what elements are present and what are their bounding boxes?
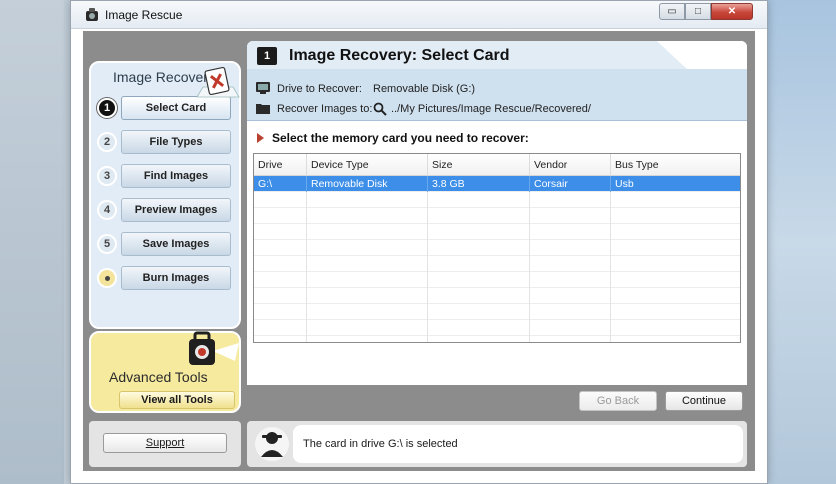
desktop-backdrop-right	[764, 0, 836, 484]
status-message: The card in drive G:\ is selected	[293, 425, 743, 463]
step-find-images-button[interactable]: Find Images	[121, 164, 231, 188]
column-header-drive[interactable]: Drive	[254, 154, 307, 176]
step-burn-images-button[interactable]: Burn Images	[121, 266, 231, 290]
step-preview-images-button[interactable]: Preview Images	[121, 198, 231, 222]
advanced-tools-title: Advanced Tools	[109, 369, 208, 385]
step-number-badge: 2	[97, 132, 117, 152]
column-header-device-type[interactable]: Device Type	[307, 154, 428, 176]
monitor-icon	[256, 82, 270, 94]
prompt-text: Select the memory card you need to recov…	[272, 131, 529, 145]
page-title: Image Recovery: Select Card	[289, 47, 510, 64]
table-header: Drive Device Type Size Vendor Bus Type	[254, 154, 740, 176]
continue-button[interactable]: Continue	[665, 391, 743, 411]
recover-images-to-label: Recover Images to:	[277, 103, 373, 115]
main-header: 1 Image Recovery: Select Card	[247, 41, 747, 69]
app-window: Image Rescue ▭ □ ✕ Image Recovery 1 Sele…	[70, 0, 768, 484]
cell-size: 3.8 GB	[428, 176, 530, 192]
folder-icon	[256, 104, 270, 114]
support-panel: Support	[89, 421, 241, 467]
window-title: Image Rescue	[105, 8, 183, 22]
cell-bus-type: Usb	[611, 176, 740, 192]
window-controls: ▭ □ ✕	[659, 3, 753, 20]
assistant-avatar-icon	[255, 427, 289, 461]
cell-vendor: Corsair	[530, 176, 611, 192]
advanced-tools-panel: Advanced Tools View all Tools	[89, 331, 241, 413]
title-bar[interactable]: Image Rescue ▭ □ ✕	[71, 1, 767, 29]
empty-table-row	[254, 304, 740, 320]
sidebar-steps-panel: Image Recovery 1 Select Card 2 File Type…	[89, 61, 241, 329]
step-file-types[interactable]: 2 File Types	[97, 125, 237, 159]
empty-table-row	[254, 336, 740, 342]
step-save-images[interactable]: 5 Save Images	[97, 227, 237, 261]
go-back-button[interactable]: Go Back	[579, 391, 657, 411]
recover-images-to-row: Recover Images to: ../My Pictures/Image …	[255, 99, 591, 119]
empty-table-row	[254, 208, 740, 224]
table-body: G:\ Removable Disk 3.8 GB Corsair Usb	[254, 176, 740, 342]
select-card-prompt: Select the memory card you need to recov…	[257, 131, 529, 145]
empty-table-row	[254, 224, 740, 240]
empty-table-row	[254, 320, 740, 336]
step-file-types-button[interactable]: File Types	[121, 130, 231, 154]
step-burn-images[interactable]: Burn Images	[97, 261, 237, 295]
maximize-icon: □	[694, 6, 702, 17]
empty-table-row	[254, 288, 740, 304]
drive-to-recover-row: Drive to Recover: Removable Disk (G:)	[255, 79, 475, 99]
step-save-images-button[interactable]: Save Images	[121, 232, 231, 256]
minimize-button[interactable]: ▭	[659, 3, 685, 20]
recover-images-to-path[interactable]: ../My Pictures/Image Rescue/Recovered/	[391, 103, 591, 115]
drive-to-recover-value: Removable Disk (G:)	[373, 83, 476, 95]
step-number-badge: 5	[97, 234, 117, 254]
empty-table-row	[254, 240, 740, 256]
camera-bag-icon	[189, 331, 239, 365]
empty-table-row	[254, 192, 740, 208]
empty-table-row	[254, 272, 740, 288]
current-step-badge: 1	[257, 47, 277, 65]
empty-table-row	[254, 256, 740, 272]
step-number-badge: 4	[97, 200, 117, 220]
disc-icon	[97, 268, 117, 288]
column-header-vendor[interactable]: Vendor	[530, 154, 611, 176]
status-panel: The card in drive G:\ is selected	[247, 421, 747, 467]
column-header-size[interactable]: Size	[428, 154, 530, 176]
step-find-images[interactable]: 3 Find Images	[97, 159, 237, 193]
maximize-button[interactable]: □	[685, 3, 711, 20]
magnifier-icon[interactable]	[373, 102, 387, 116]
support-button[interactable]: Support	[103, 433, 227, 453]
minimize-icon: ▭	[667, 6, 677, 17]
step-number-badge: 1	[97, 98, 117, 118]
close-button[interactable]: ✕	[711, 3, 753, 20]
app-camera-icon	[86, 8, 98, 21]
cell-device-type: Removable Disk	[307, 176, 428, 192]
step-number-badge: 3	[97, 166, 117, 186]
arrow-right-icon	[257, 133, 264, 143]
drive-table[interactable]: Drive Device Type Size Vendor Bus Type G…	[253, 153, 741, 343]
cell-drive: G:\	[254, 176, 307, 192]
close-icon: ✕	[727, 6, 737, 17]
drive-to-recover-label: Drive to Recover:	[277, 83, 362, 95]
steps-list: 1 Select Card 2 File Types 3 Find Images…	[97, 91, 237, 295]
step-preview-images[interactable]: 4 Preview Images	[97, 193, 237, 227]
desktop-backdrop-left	[0, 0, 64, 484]
column-header-bus-type[interactable]: Bus Type	[611, 154, 740, 176]
view-all-tools-button[interactable]: View all Tools	[119, 391, 235, 409]
main-panel: 1 Image Recovery: Select Card Drive to R…	[247, 41, 747, 385]
memory-card-logo-icon	[196, 67, 240, 98]
client-area: Image Recovery 1 Select Card 2 File Type…	[83, 31, 755, 471]
table-row[interactable]: G:\ Removable Disk 3.8 GB Corsair Usb	[254, 176, 740, 192]
